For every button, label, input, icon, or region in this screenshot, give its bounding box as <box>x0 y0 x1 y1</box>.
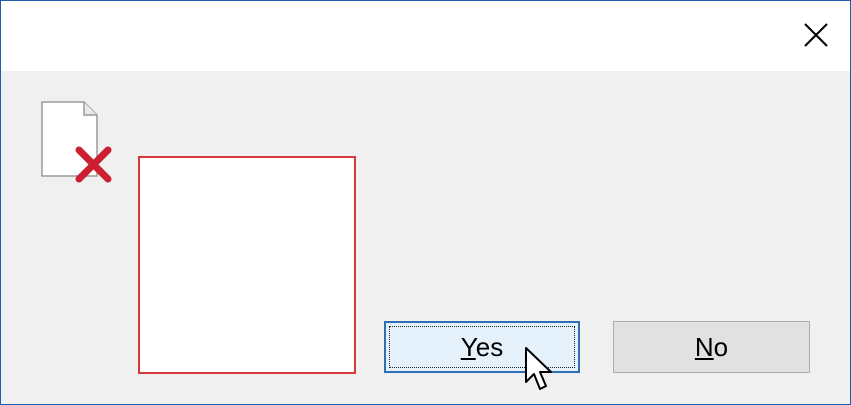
title-bar <box>1 1 850 71</box>
no-label-rest: o <box>713 331 729 362</box>
yes-label-rest: es <box>475 331 504 362</box>
yes-button[interactable]: Yes <box>384 321 580 373</box>
no-access-key: N <box>694 331 714 362</box>
file-error-icon <box>39 101 115 185</box>
preview-box <box>138 156 356 374</box>
yes-access-key: Y <box>460 331 476 362</box>
close-icon <box>804 23 828 47</box>
dialog-window: Yes No <box>0 0 851 405</box>
no-button-label: No <box>695 332 728 363</box>
close-button[interactable] <box>796 15 836 55</box>
no-button[interactable]: No <box>613 321 810 373</box>
yes-button-label: Yes <box>461 332 503 363</box>
